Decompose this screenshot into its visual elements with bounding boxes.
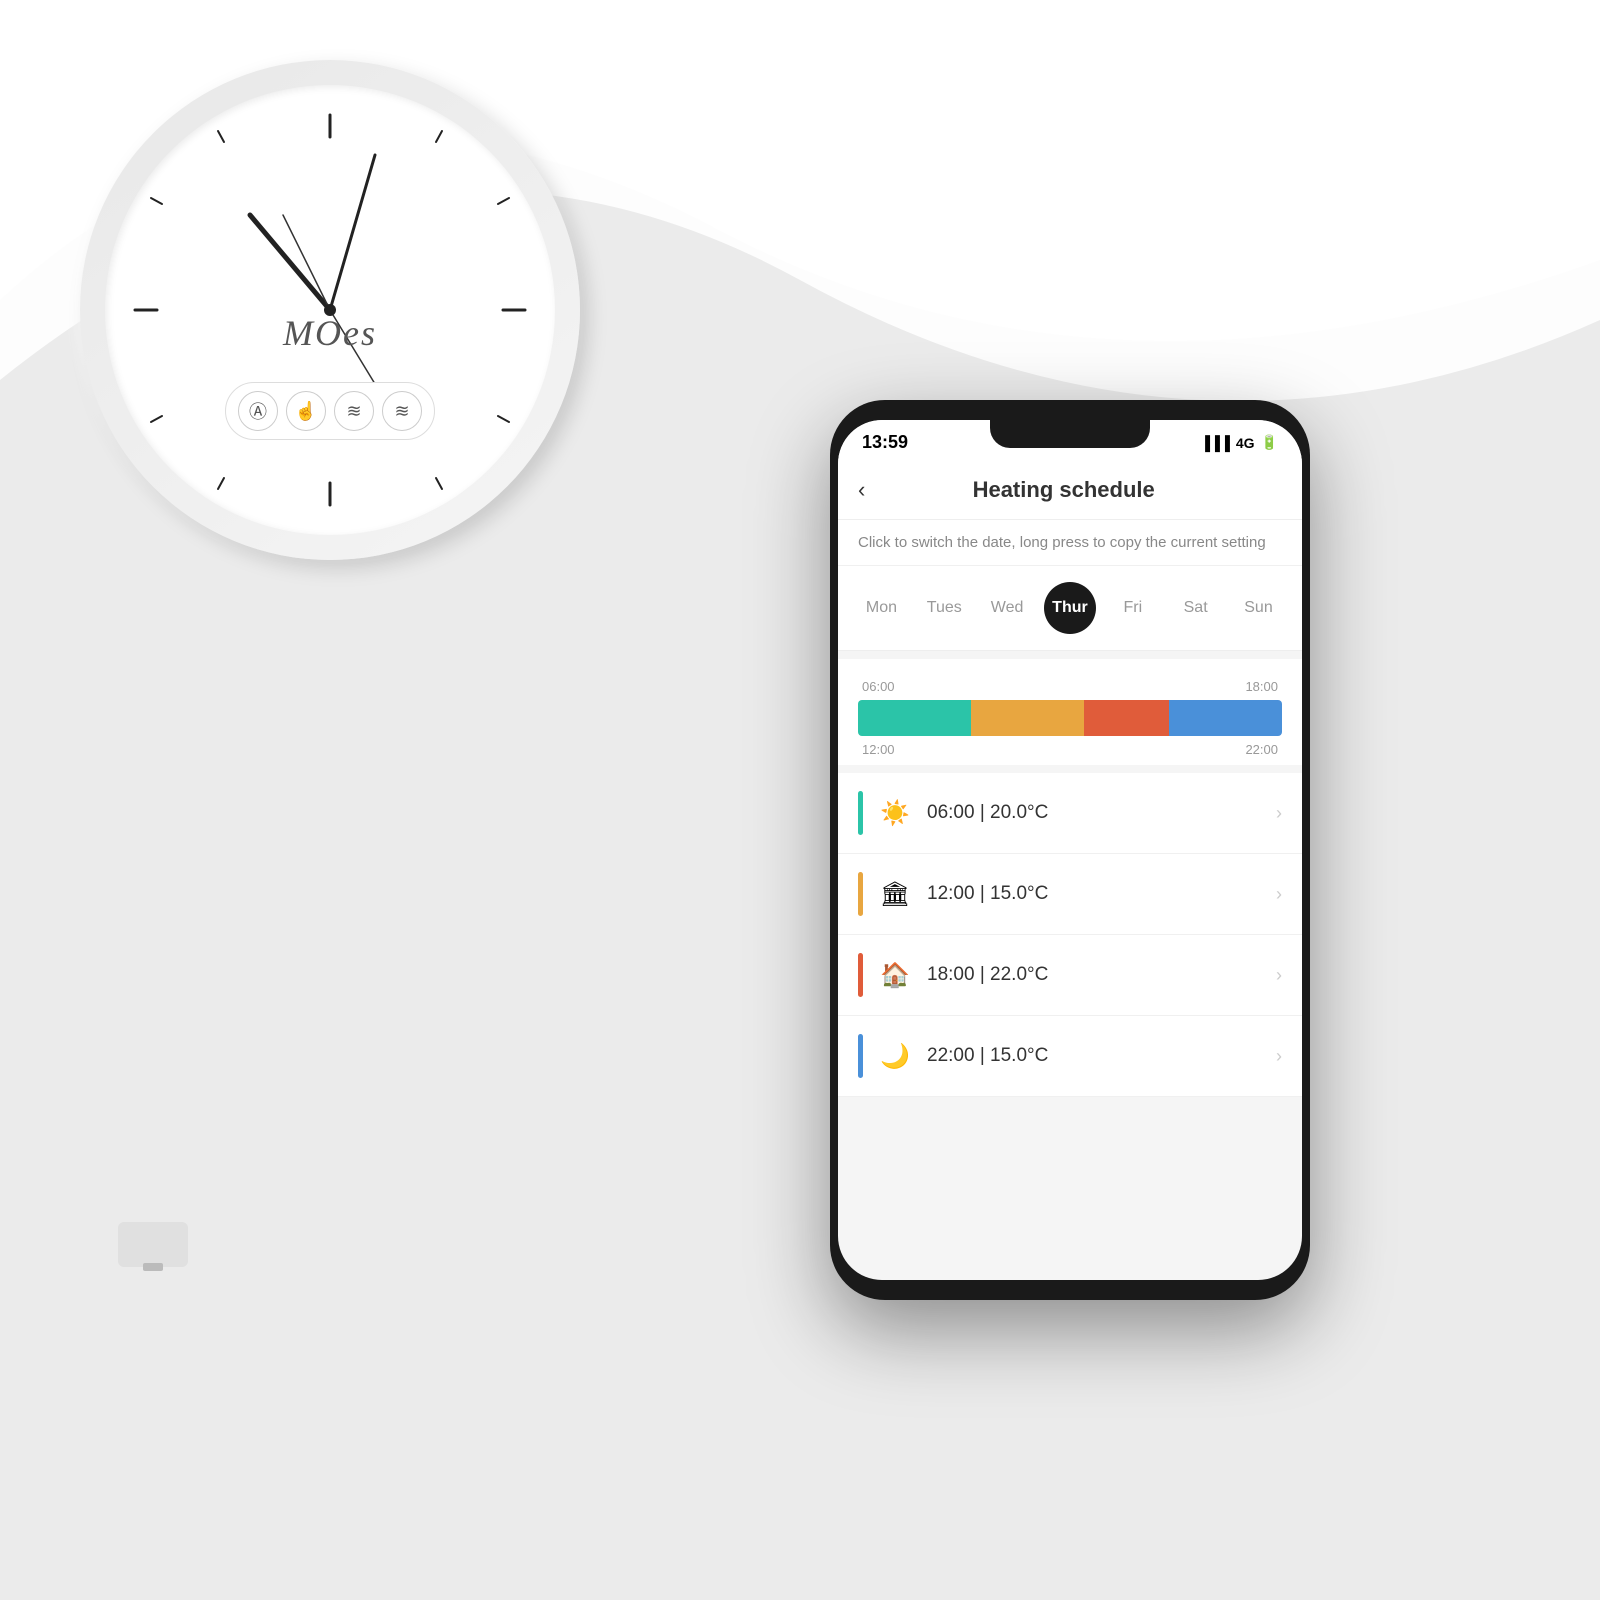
- status-icons: ▐▐▐ 4G 🔋: [1200, 434, 1278, 451]
- schedule-items: ☀️ 06:00 | 20.0°C › 🏛 12:00 | 15.0°C ›: [838, 765, 1302, 1105]
- clock-btn-auto[interactable]: Ⓐ: [238, 391, 278, 431]
- bar-segment-2: [971, 700, 1084, 736]
- gateway-port: [143, 1263, 163, 1271]
- page-wrapper: MOes Ⓐ ☝ ≋ ≋ Timer Function: [0, 0, 1600, 1600]
- noon-icon: 🏛: [879, 880, 911, 909]
- schedule-item-2200[interactable]: 🌙 22:00 | 15.0°C ›: [838, 1016, 1302, 1097]
- back-button[interactable]: ‹: [858, 477, 865, 503]
- clock-brand: MOes: [283, 312, 377, 354]
- clock-svg: [105, 85, 555, 535]
- app-title: Heating schedule: [875, 477, 1252, 503]
- item-color-evening: [858, 953, 863, 997]
- item-color-night: [858, 1034, 863, 1078]
- schedule-item-1800[interactable]: 🏠 18:00 | 22.0°C ›: [838, 935, 1302, 1016]
- schedule-chart: 06:00 18:00 12:00 22:00: [838, 659, 1302, 765]
- item-color-morning: [858, 791, 863, 835]
- day-tues[interactable]: Tues: [918, 582, 970, 634]
- instruction-text: Click to switch the date, long press to …: [838, 520, 1302, 566]
- clock-face: MOes Ⓐ ☝ ≋ ≋: [105, 85, 555, 535]
- phone-screen: 13:59 ▐▐▐ 4G 🔋 ‹ Heating schedule Click: [838, 420, 1302, 1280]
- phone-device: 13:59 ▐▐▐ 4G 🔋 ‹ Heating schedule Click: [830, 400, 1310, 1300]
- gateway-image: [108, 1215, 198, 1275]
- time-labels-top: 06:00 18:00: [858, 679, 1282, 694]
- battery-icon: 🔋: [1261, 434, 1278, 451]
- gateway-device: [118, 1222, 188, 1267]
- day-sat[interactable]: Sat: [1170, 582, 1222, 634]
- item-text-1800: 18:00 | 22.0°C: [927, 964, 1260, 986]
- day-thur[interactable]: Thur: [1044, 582, 1096, 634]
- day-mon[interactable]: Mon: [855, 582, 907, 634]
- clock-btn-mode3[interactable]: ≋: [334, 391, 374, 431]
- day-selector: Mon Tues Wed Thur Fri Sat Sun: [838, 566, 1302, 651]
- night-icon: 🌙: [879, 1042, 911, 1071]
- time-label-2200: 22:00: [1245, 742, 1278, 757]
- clock-buttons: Ⓐ ☝ ≋ ≋: [225, 382, 435, 440]
- signal-icon: ▐▐▐: [1200, 435, 1230, 451]
- clock-btn-manual[interactable]: ☝: [286, 391, 326, 431]
- item-color-noon: [858, 872, 863, 916]
- item-text-0600: 06:00 | 20.0°C: [927, 802, 1260, 824]
- chevron-icon-2200: ›: [1276, 1046, 1282, 1067]
- day-wed[interactable]: Wed: [981, 582, 1033, 634]
- app-header: ‹ Heating schedule: [838, 461, 1302, 520]
- phone-notch: [990, 420, 1150, 448]
- phone-wrapper: 13:59 ▐▐▐ 4G 🔋 ‹ Heating schedule Click: [620, 400, 1520, 1360]
- time-label-1200: 12:00: [862, 742, 895, 757]
- status-time: 13:59: [862, 432, 908, 453]
- time-label-0600: 06:00: [862, 679, 895, 694]
- evening-icon: 🏠: [879, 961, 911, 990]
- schedule-bar: [858, 700, 1282, 736]
- schedule-item-1200[interactable]: 🏛 12:00 | 15.0°C ›: [838, 854, 1302, 935]
- chevron-icon-1200: ›: [1276, 884, 1282, 905]
- item-text-2200: 22:00 | 15.0°C: [927, 1045, 1260, 1067]
- bar-segment-3: [1084, 700, 1169, 736]
- clock-container: MOes Ⓐ ☝ ≋ ≋: [80, 60, 580, 560]
- bar-segment-1: [858, 700, 971, 736]
- time-labels-bottom: 12:00 22:00: [858, 742, 1282, 757]
- bar-segment-4: [1169, 700, 1282, 736]
- time-label-1800: 18:00: [1245, 679, 1278, 694]
- network-icon: 4G: [1236, 435, 1255, 451]
- chevron-icon-1800: ›: [1276, 965, 1282, 986]
- schedule-item-0600[interactable]: ☀️ 06:00 | 20.0°C ›: [838, 773, 1302, 854]
- day-fri[interactable]: Fri: [1107, 582, 1159, 634]
- item-text-1200: 12:00 | 15.0°C: [927, 883, 1260, 905]
- clock-outer-ring: MOes Ⓐ ☝ ≋ ≋: [80, 60, 580, 560]
- morning-icon: ☀️: [879, 799, 911, 828]
- clock-btn-mode4[interactable]: ≋: [382, 391, 422, 431]
- day-sun[interactable]: Sun: [1232, 582, 1284, 634]
- chevron-icon-0600: ›: [1276, 803, 1282, 824]
